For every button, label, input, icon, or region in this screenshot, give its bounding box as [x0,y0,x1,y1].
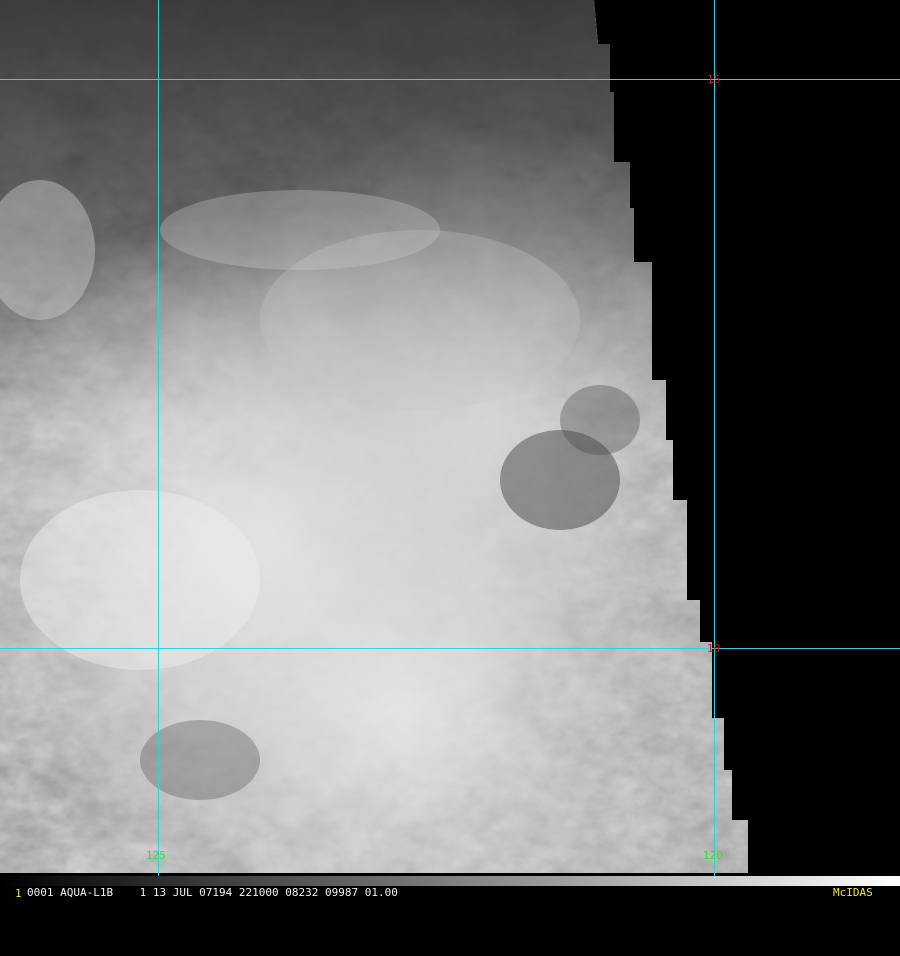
satellite-image-viewport[interactable]: 15 10 125 120 1 0001 AQUA-L1B 1 13 JUL 0… [0,0,900,900]
frame-number: 1 [15,887,22,900]
image-header-text: 0001 AQUA-L1B 1 13 JUL 07194 221000 0823… [27,886,398,899]
status-bar: 1 0001 AQUA-L1B 1 13 JUL 07194 221000 08… [0,886,900,900]
latitude-label-10: 10 [707,642,720,655]
grayscale-bar [0,876,900,886]
latitude-label-15: 15 [707,73,720,86]
satellite-image: 15 10 125 120 [0,0,900,886]
longitude-label-120: 120 [703,849,723,862]
mcidas-brand: McIDAS [833,886,873,899]
longitude-label-125: 125 [146,849,166,862]
